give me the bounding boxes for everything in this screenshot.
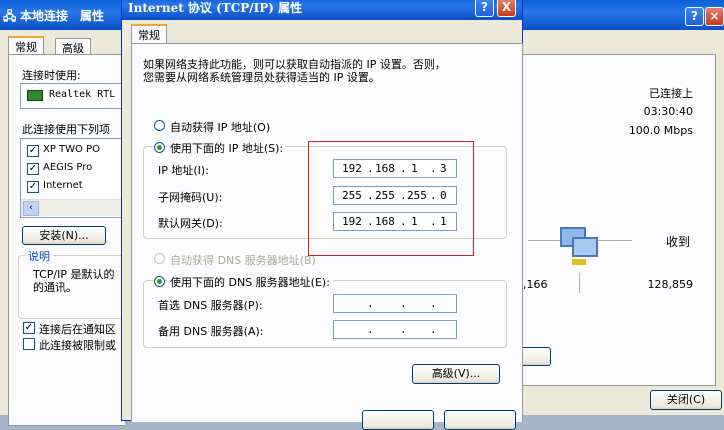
connection-speed: 100.0 Mbps — [628, 124, 693, 137]
subnet-mask-label: 子网掩码(U): — [158, 191, 223, 204]
auto-dns-label[interactable]: 自动获得 DNS 服务器地址(B) — [170, 252, 316, 268]
tcpip-help-button[interactable]: ? — [475, 0, 494, 17]
connect-using-label: 连接时使用: — [22, 69, 81, 82]
component-item[interactable]: AEGIS Pro — [43, 162, 92, 173]
manual-dns-label[interactable]: 使用下面的 DNS 服务器地址(E): — [167, 274, 333, 290]
horizontal-scrollbar[interactable]: ‹ — [21, 199, 131, 216]
preferred-dns-label: 首选 DNS 服务器(P): — [158, 299, 263, 312]
help-button[interactable]: ? — [685, 7, 704, 26]
alternate-dns-input[interactable]: . . . — [333, 320, 457, 339]
manual-ip-radio[interactable] — [154, 142, 165, 153]
preferred-dns-input[interactable]: . . . — [333, 294, 457, 313]
ip-settings-highlight — [308, 141, 474, 256]
dns-group: 使用下面的 DNS 服务器地址(E): 首选 DNS 服务器(P): 备用 DN… — [143, 274, 507, 348]
component-item[interactable]: XP TWO PO — [43, 144, 100, 155]
lan-properties-titlebar[interactable]: 🖧 本地连接 属性 — [0, 0, 122, 30]
components-label: 此连接使用下列项 — [22, 123, 110, 136]
ip-address-label: IP 地址(I): — [158, 164, 209, 177]
lan-status-window: ? × 已连接上 03:30:40 100.0 Mbps 收到 7,166 12… — [516, 0, 724, 415]
intro-text: 您需要从网络系统管理员处获得适当的 IP 设置。 — [143, 71, 380, 84]
lan-status-titlebar[interactable]: ? × — [516, 0, 724, 30]
close-button[interactable]: 关闭(C) — [650, 390, 722, 410]
received-count: 128,859 — [647, 278, 694, 291]
tcpip-title: Internet 协议 (TCP/IP) 属性 — [128, 1, 303, 15]
close-icon[interactable]: × — [705, 7, 724, 26]
alternate-dns-label: 备用 DNS 服务器(A): — [158, 325, 264, 338]
lan-general-panel: 连接时使用: Realtek RTL 此连接使用下列项 ✓ XP TWO PO … — [8, 54, 140, 426]
limited-checkbox[interactable] — [23, 338, 35, 350]
cancel-button-partial[interactable] — [444, 410, 516, 430]
advanced-button[interactable]: 高级(V)... — [412, 364, 500, 384]
auto-dns-radio[interactable] — [154, 253, 165, 264]
limited-label: 此连接被限制或 — [39, 339, 116, 352]
network-icon: 🖧 — [3, 9, 17, 23]
default-gateway-label: 默认网关(D): — [158, 217, 223, 230]
lan-properties-title: 本地连接 属性 — [20, 9, 105, 23]
auto-ip-radio[interactable] — [154, 120, 165, 131]
manual-ip-label[interactable]: 使用下面的 IP 地址(S): — [167, 140, 287, 156]
description-legend: 说明 — [25, 248, 53, 264]
component-checkbox[interactable]: ✓ — [27, 181, 39, 193]
count-divider — [579, 273, 580, 293]
adapter-box: Realtek RTL — [20, 83, 132, 109]
ok-button-partial[interactable] — [362, 410, 434, 430]
notify-label: 连接后在通知区 — [39, 323, 116, 336]
nic-icon — [27, 90, 43, 101]
component-checkbox[interactable]: ✓ — [27, 145, 39, 157]
components-list[interactable]: ✓ XP TWO PO ✓ AEGIS Pro ✓ Internet ‹ — [20, 138, 132, 218]
tcpip-close-button[interactable]: X — [497, 0, 516, 17]
connection-duration: 03:30:40 — [643, 105, 693, 118]
tcpip-titlebar[interactable]: Internet 协议 (TCP/IP) 属性 ? X — [122, 0, 522, 20]
scroll-left-icon[interactable]: ‹ — [23, 201, 39, 216]
manual-dns-radio[interactable] — [154, 276, 165, 287]
adapter-name: Realtek RTL — [49, 89, 116, 100]
connection-status: 已连接上 — [649, 87, 693, 100]
computers-icon — [558, 223, 600, 267]
status-panel: 已连接上 03:30:40 100.0 Mbps 收到 7,166 128,85… — [516, 54, 716, 386]
component-item[interactable]: Internet — [43, 180, 83, 191]
lan-properties-window: 🖧 本地连接 属性 常规 高级 连接时使用: Realtek RTL 此连接使用… — [0, 0, 140, 426]
received-label: 收到 — [666, 235, 691, 249]
notify-checkbox[interactable]: ✓ — [23, 322, 35, 334]
auto-ip-label[interactable]: 自动获得 IP 地址(O) — [170, 119, 270, 135]
description-text: 的通讯。 — [33, 281, 77, 294]
component-checkbox[interactable]: ✓ — [27, 163, 39, 175]
install-button[interactable]: 安装(N)... — [22, 226, 106, 245]
